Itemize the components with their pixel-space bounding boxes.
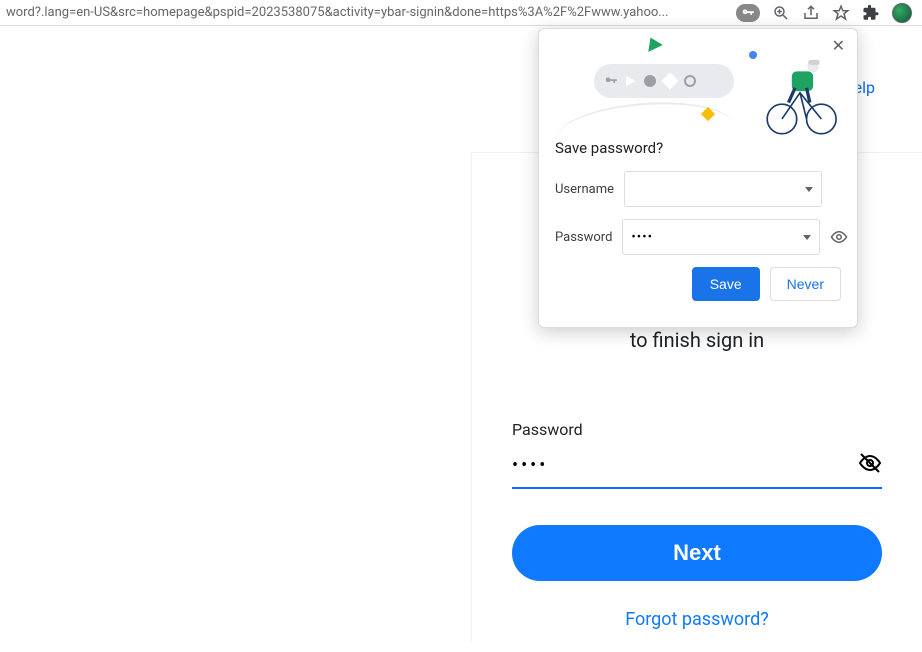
chevron-down-icon[interactable] [803,235,811,240]
share-icon[interactable] [802,4,820,22]
popup-password-label: Password [555,230,612,245]
popup-password-input[interactable] [631,230,797,245]
browser-toolbar-icons [736,3,916,23]
save-button[interactable]: Save [692,267,760,301]
hide-password-icon[interactable] [858,451,882,479]
show-password-icon[interactable] [830,228,848,246]
popup-title: Save password? [555,139,841,157]
key-icon[interactable] [736,4,760,22]
cyclist-illustration-icon [759,55,841,137]
username-label: Username [555,182,614,197]
username-row: Username [555,171,841,207]
browser-address-bar: word?.lang=en-US&src=homepage&pspid=2023… [0,0,922,26]
zoom-icon[interactable] [772,4,790,22]
dot-decoration-icon [749,51,757,59]
never-button[interactable]: Never [770,267,841,301]
popup-actions: Save Never [555,267,841,301]
password-field-row [512,445,882,489]
password-row: Password [555,219,841,255]
triangle-decoration-icon [643,34,663,52]
password-dropdown[interactable] [622,219,820,255]
password-pill-illustration [594,64,734,98]
page-url[interactable]: word?.lang=en-US&src=homepage&pspid=2023… [6,5,669,20]
finish-signin-text: to finish sign in [512,328,882,352]
profile-avatar[interactable] [892,3,912,23]
username-dropdown[interactable] [624,171,822,207]
chevron-down-icon[interactable] [805,187,813,192]
save-password-popup: ✕ Save password? Username [538,28,858,328]
extensions-puzzle-icon[interactable] [862,4,880,22]
next-button[interactable]: Next [512,525,882,581]
username-input[interactable] [633,182,799,197]
password-label: Password [512,420,882,439]
password-input[interactable] [512,453,858,478]
forgot-password-link[interactable]: Forgot password? [512,609,882,630]
bookmark-star-icon[interactable] [832,4,850,22]
popup-illustration [539,29,857,139]
